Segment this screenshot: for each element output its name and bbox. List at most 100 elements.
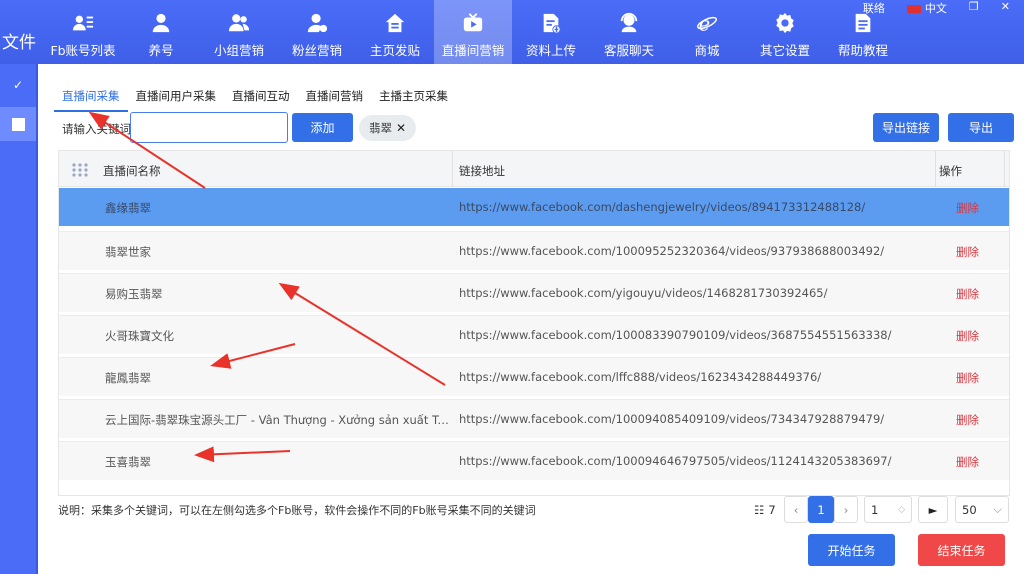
app-brand-text: 文件 [2,33,36,53]
nav-fb-account-list[interactable]: Fb账号列表 [44,0,122,64]
export-button[interactable]: 导出 [948,113,1014,142]
nav-support-chat[interactable]: 客服聊天 [590,0,668,64]
table-row[interactable]: 龍鳳翡翠 https://www.facebook.com/lffc888/vi… [59,358,1009,396]
live-room-table: 直播间名称 链接地址 操作 鑫缘翡翠 https://www.facebook.… [58,150,1010,496]
column-grip-icon[interactable] [72,163,88,177]
nav-label: Fb账号列表 [50,43,116,58]
nav-label: 粉丝营销 [291,43,342,58]
chevron-left-icon: ‹ [793,502,799,517]
check-icon: ✓ [12,78,24,92]
nav-label: 客服聊天 [603,43,654,58]
tab-live-collect[interactable]: 直播间采集 [54,84,128,112]
tab-live-marketing[interactable]: 直播间营销 [298,84,372,112]
delete-link[interactable]: 删除 [956,200,979,216]
row-name: 云上国际-翡翠珠宝源头工厂 - Vân Thượng - Xưởng sản x… [105,413,450,427]
row-name: 翡翠世家 [105,245,151,259]
tab-live-user-collect[interactable]: 直播间用户采集 [128,84,225,112]
fans-icon [307,13,328,33]
nav-label: 养号 [148,43,174,58]
pagination-total: ☷ 7 [754,496,776,523]
row-url: https://www.facebook.com/lffc888/videos/… [459,370,822,384]
top-nav-bar: 文件 Fb账号列表 养号 小组营销 粉丝营销 主页发贴 直播间营销 资料上传 客… [0,0,1024,64]
nav-label: 主页发贴 [369,43,420,58]
total-count: 7 [768,502,776,517]
row-name: 火哥珠寶文化 [105,329,174,343]
sidebar-check-item[interactable]: ✓ [0,68,36,102]
list-icon: ☷ [754,502,765,517]
nav-fans-marketing[interactable]: 粉丝营销 [278,0,356,64]
column-divider [452,151,453,187]
row-url: https://www.facebook.com/100083390790109… [459,328,892,342]
sub-tabs: 直播间采集 直播间用户采集 直播间互动 直播间营销 主播主页采集 [54,84,456,112]
next-page-button[interactable]: › [834,496,858,523]
table-row[interactable]: 云上国际-翡翠珠宝源头工厂 - Vân Thượng - Xưởng sản x… [59,400,1009,438]
play-icon: ► [928,502,938,517]
account-sidebar: ✓ [0,64,36,574]
keyword-input[interactable] [130,112,288,143]
table-row[interactable]: 鑫缘翡翠 https://www.facebook.com/dashengjew… [59,188,1009,226]
tab-host-page-collect[interactable]: 主播主页采集 [371,84,456,112]
browser-e-icon: e [696,12,718,34]
page-size-select[interactable]: 50 ⌵ [955,496,1009,523]
nav-other-settings[interactable]: 其它设置 [746,0,824,64]
stepper-icon: ◇ [898,504,905,515]
keyword-chip: 翡翠 ✕ [359,115,416,141]
delete-link[interactable]: 删除 [956,412,979,428]
start-task-button[interactable]: 开始任务 [808,534,895,566]
delete-link[interactable]: 删除 [956,454,979,470]
row-name: 龍鳳翡翠 [105,371,151,385]
table-row[interactable]: 玉喜翡翠 https://www.facebook.com/1000946467… [59,442,1009,480]
home-post-icon [385,13,405,33]
document-icon [855,13,871,33]
chevron-down-icon: ⌵ [993,502,1002,516]
keyword-chip-label: 翡翠 [369,121,392,135]
nav-label: 其它设置 [759,43,810,58]
main-nav: Fb账号列表 养号 小组营销 粉丝营销 主页发贴 直播间营销 资料上传 客服聊天… [44,0,902,64]
table-row[interactable]: 翡翠世家 https://www.facebook.com/1000952523… [59,232,1009,270]
window-controls: 联络 中文 ❐ ✕ [863,0,1024,15]
language-label: 中文 [924,2,947,15]
goto-page-button[interactable]: ► [918,496,948,523]
goto-page-input[interactable]: 1 ◇ [864,496,912,523]
nav-nurture[interactable]: 养号 [122,0,200,64]
nav-live-marketing[interactable]: 直播间营销 [434,0,512,64]
row-name: 鑫缘翡翠 [105,201,151,215]
group-icon [228,14,250,32]
chevron-right-icon: › [843,502,849,517]
delete-link[interactable]: 删除 [956,244,979,260]
row-url: https://www.facebook.com/yigouyu/videos/… [459,286,828,300]
export-link-button[interactable]: 导出链接 [873,113,939,142]
nav-label: 商城 [694,43,720,58]
tab-live-interact[interactable]: 直播间互动 [224,84,298,112]
add-keyword-button[interactable]: 添加 [292,113,353,142]
language-selector[interactable]: 中文 [906,0,947,15]
delete-link[interactable]: 删除 [956,328,979,344]
nav-data-upload[interactable]: 资料上传 [512,0,590,64]
stop-task-button[interactable]: 结束任务 [918,534,1005,566]
window-left-text[interactable]: 联络 [863,0,885,15]
nav-label: 小组营销 [213,43,264,58]
prev-page-button[interactable]: ‹ [784,496,808,523]
user-icon [152,13,170,33]
row-url: https://www.facebook.com/dashengjewelry/… [459,200,866,214]
table-row[interactable]: 火哥珠寶文化 https://www.facebook.com/10008339… [59,316,1009,354]
delete-link[interactable]: 删除 [956,286,979,302]
page-number-current[interactable]: 1 [808,496,834,523]
nav-home-post[interactable]: 主页发贴 [356,0,434,64]
nav-label: 资料上传 [525,43,576,58]
main-panel: 直播间采集 直播间用户采集 直播间互动 直播间营销 主播主页采集 请输入关键词 … [38,64,1024,574]
table-row[interactable]: 易购玉翡翠 https://www.facebook.com/yigouyu/v… [59,274,1009,312]
nav-group-marketing[interactable]: 小组营销 [200,0,278,64]
upload-doc-icon [543,13,561,34]
account-list-icon [72,15,94,31]
row-url: https://www.facebook.com/100094646797505… [459,454,892,468]
close-icon[interactable]: ✕ [396,121,406,135]
nav-label: 帮助教程 [837,43,888,58]
nav-mall[interactable]: e 商城 [668,0,746,64]
restore-window-button[interactable]: ❐ [969,0,979,14]
header-url: 链接地址 [459,164,505,178]
sidebar-selected-item[interactable] [0,107,36,141]
close-window-button[interactable]: ✕ [1001,0,1010,14]
table-header: 直播间名称 链接地址 操作 [59,151,1009,187]
delete-link[interactable]: 删除 [956,370,979,386]
